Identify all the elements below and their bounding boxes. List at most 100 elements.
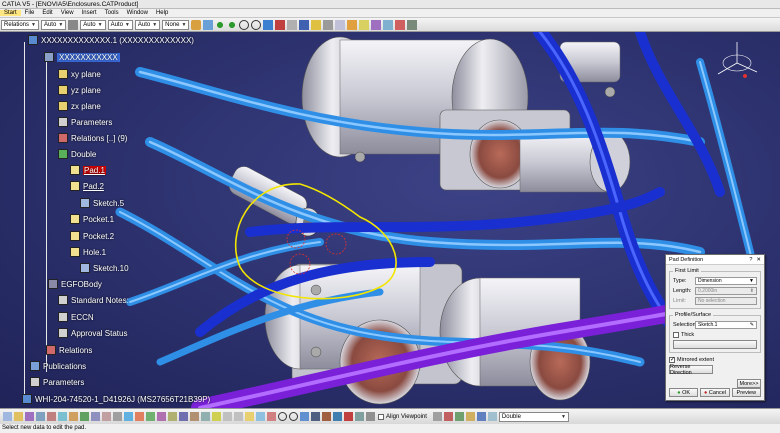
measure-icon[interactable] [203, 19, 214, 30]
preview-button[interactable]: Preview [731, 388, 761, 397]
pocket-icon[interactable] [371, 19, 382, 30]
shaft-icon[interactable] [36, 412, 45, 421]
point-icon[interactable] [223, 412, 232, 421]
ok-button[interactable]: ● OK [669, 388, 699, 397]
groove-icon[interactable] [47, 412, 56, 421]
fly-mode-icon[interactable] [275, 19, 286, 30]
pad-icon[interactable] [359, 19, 370, 30]
more-button[interactable]: More>> [737, 379, 761, 388]
constraint-icon[interactable] [267, 412, 276, 421]
tree-item-double[interactable]: Double [58, 149, 96, 159]
selection-field[interactable]: Sketch.1 ✎ [695, 320, 757, 329]
tree-item-yz-plane[interactable]: yz plane [58, 85, 101, 95]
material-icon[interactable] [407, 19, 418, 30]
length-field[interactable]: 0.2000in ⬍ [695, 286, 757, 295]
part-design-icon[interactable] [335, 19, 346, 30]
mirrored-extent-checkbox[interactable] [669, 356, 675, 363]
chamfer-icon[interactable] [91, 412, 100, 421]
menu-insert[interactable]: Insert [78, 10, 101, 16]
layer-icon[interactable] [68, 19, 79, 30]
snapshot-icon[interactable] [355, 412, 364, 421]
tree-item-pocket-1[interactable]: Pocket.1 [70, 214, 114, 224]
sketcher-icon[interactable] [347, 19, 358, 30]
pad-icon[interactable] [14, 412, 23, 421]
iso-view-icon[interactable] [287, 19, 298, 30]
tree-item-product-instance[interactable]: WHI-204-74520-1_D41926J (MS27656T21B39P) [22, 394, 210, 404]
none-dropdown[interactable]: None ▼ [162, 19, 190, 30]
3d-viewport[interactable]: XXXXXXXXXXXXX.1 (XXXXXXXXXXXXX) XXXXXXXX… [0, 32, 780, 408]
mirror-icon[interactable] [124, 412, 133, 421]
menu-view[interactable]: View [57, 10, 78, 16]
cancel-button[interactable]: ● Cancel [700, 388, 730, 397]
line-icon[interactable] [234, 412, 243, 421]
tree-item-zx-plane[interactable]: zx plane [58, 101, 101, 111]
publish-icon[interactable] [443, 412, 453, 421]
knowledge-icon[interactable] [454, 412, 464, 421]
translate-icon[interactable] [146, 412, 155, 421]
pan-icon[interactable] [215, 19, 226, 30]
menu-window[interactable]: Window [123, 10, 152, 16]
menu-tools[interactable]: Tools [101, 10, 123, 16]
clash-icon[interactable] [344, 412, 353, 421]
rib-icon[interactable] [69, 412, 78, 421]
fit-all-icon[interactable] [300, 412, 309, 421]
zoom-icon[interactable] [289, 412, 298, 421]
normal-view-icon[interactable] [263, 19, 274, 30]
boolean-icon[interactable] [201, 412, 210, 421]
align-viewpoint-checkbox[interactable] [378, 413, 384, 420]
measure-icon[interactable] [212, 412, 221, 421]
tree-item-eccn[interactable]: ECCN [58, 312, 94, 322]
relations-dropdown[interactable]: Relations ▼ [1, 19, 39, 30]
compass-icon[interactable] [712, 38, 762, 88]
rotate-icon[interactable] [157, 412, 166, 421]
thickness-icon[interactable] [190, 412, 199, 421]
pattern-icon[interactable] [135, 412, 144, 421]
update-icon[interactable] [395, 19, 406, 30]
tree-item-sketch-10[interactable]: Sketch.10 [80, 263, 129, 273]
formula-icon[interactable] [465, 412, 475, 421]
table-icon[interactable] [487, 412, 497, 421]
tree-item-parameters-2[interactable]: Parameters [30, 377, 84, 387]
tree-item-standard-notes[interactable]: Standard Notes: [58, 295, 129, 305]
swap-space-icon[interactable] [323, 19, 334, 30]
grid-icon[interactable] [366, 412, 375, 421]
split-icon[interactable] [179, 412, 188, 421]
law-icon[interactable] [476, 412, 486, 421]
type-select[interactable]: Dimension ▼ [695, 276, 757, 285]
tree-item-pad-2[interactable]: Pad.2 [70, 181, 104, 191]
tree-item-parameters[interactable]: Parameters [58, 117, 112, 127]
tree-item-pad-1[interactable]: Pad.1 [70, 165, 106, 175]
reverse-direction-button[interactable]: Reverse Direction [669, 364, 713, 376]
tree-item-approval-status[interactable]: Approval Status [58, 328, 127, 338]
painter-icon[interactable] [191, 19, 202, 30]
tree-part[interactable]: XXXXXXXXXXX [44, 52, 120, 62]
limit-field[interactable]: No selection [695, 296, 757, 305]
view-icon[interactable] [311, 412, 320, 421]
search-icon[interactable] [278, 412, 287, 421]
reverse-side-button[interactable] [673, 340, 757, 349]
shading-icon[interactable] [299, 19, 310, 30]
sketch-icon[interactable]: ✎ [750, 322, 754, 328]
rotate-icon[interactable] [227, 19, 238, 30]
menu-edit[interactable]: Edit [38, 10, 56, 16]
compass-small-icon[interactable] [432, 412, 442, 421]
tree-item-egfobody[interactable]: EGFOBody [48, 279, 102, 289]
hide-show-icon[interactable] [311, 19, 322, 30]
double-dropdown[interactable]: Double ▼ [498, 411, 569, 422]
fillet-icon[interactable] [80, 412, 89, 421]
tree-item-publications[interactable]: Publications [30, 361, 86, 371]
tree-item-xy-plane[interactable]: xy plane [58, 69, 101, 79]
menu-start[interactable]: Start [0, 10, 21, 16]
close-icon[interactable]: ✕ [756, 257, 761, 263]
menu-file[interactable]: File [21, 10, 39, 16]
render-icon[interactable] [322, 412, 331, 421]
hole-icon[interactable] [383, 19, 394, 30]
section-icon[interactable] [333, 412, 342, 421]
auto-dropdown-3[interactable]: Auto ▼ [107, 19, 133, 30]
tree-item-relations-2[interactable]: Relations [46, 345, 92, 355]
help-icon[interactable]: ? [749, 257, 752, 263]
menu-help[interactable]: Help [152, 10, 172, 16]
tree-root[interactable]: XXXXXXXXXXXXX.1 (XXXXXXXXXXXXX) [28, 35, 194, 45]
auto-dropdown-2[interactable]: Auto ▼ [80, 19, 106, 30]
hole-icon[interactable] [58, 412, 67, 421]
